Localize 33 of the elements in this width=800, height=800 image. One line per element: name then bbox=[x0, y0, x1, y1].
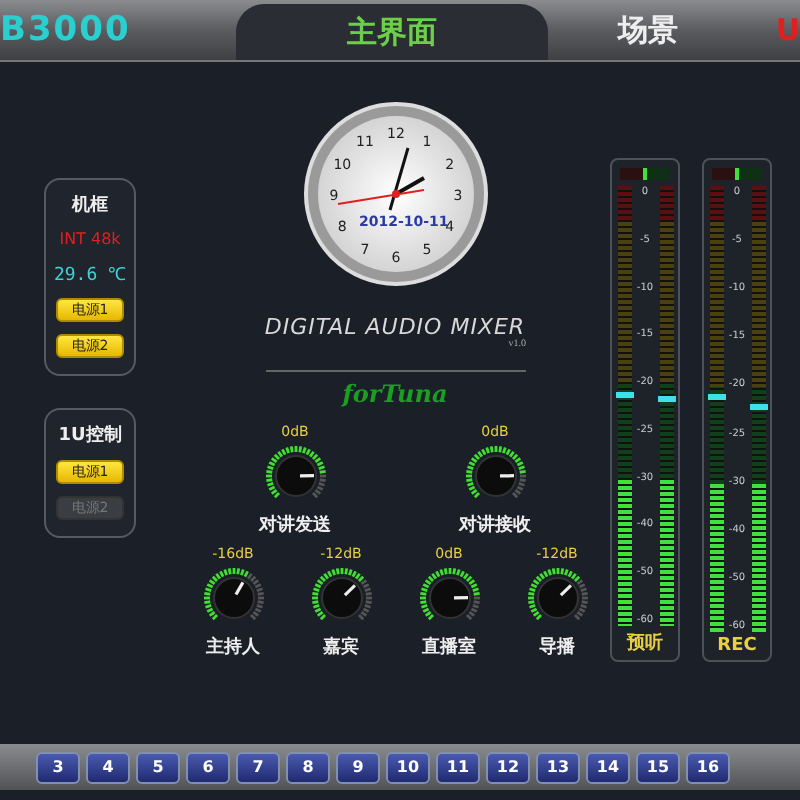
scene-button[interactable]: 7 bbox=[236, 751, 280, 783]
scene-button[interactable]: 10 bbox=[386, 751, 430, 783]
scene-button[interactable]: 12 bbox=[486, 751, 530, 783]
knob-label: 对讲发送 bbox=[259, 512, 331, 538]
scene-button[interactable]: 8 bbox=[286, 751, 330, 783]
scene-button[interactable]: 6 bbox=[186, 751, 230, 783]
knob-label: 导播 bbox=[539, 635, 575, 660]
balance-indicator-icon bbox=[620, 168, 670, 180]
scene-button[interactable]: 13 bbox=[536, 751, 580, 783]
knob-label: 直播室 bbox=[422, 634, 476, 660]
knob-label: 主持人 bbox=[206, 634, 260, 660]
meter-label: 预听 bbox=[627, 630, 663, 656]
meter-label: REC bbox=[717, 636, 757, 656]
knob-label: 对讲接收 bbox=[459, 512, 531, 538]
clock-source: INT 48k bbox=[59, 230, 121, 248]
scene-button[interactable]: 11 bbox=[436, 751, 480, 783]
scene-button[interactable]: 14 bbox=[586, 751, 630, 783]
nav-tab[interactable]: 主界面 bbox=[236, 4, 548, 60]
scene-button[interactable]: 16 bbox=[686, 751, 730, 783]
brand-logo: forTuna bbox=[342, 380, 448, 408]
nav-tab[interactable]: 场景 bbox=[548, 0, 748, 60]
balance-indicator-icon bbox=[712, 168, 762, 180]
product-logo: B3000 bbox=[0, 8, 133, 54]
scene-button[interactable]: 3 bbox=[36, 751, 80, 783]
scene-button[interactable]: 15 bbox=[636, 751, 680, 783]
knob-label: 嘉宾 bbox=[323, 634, 359, 660]
card-title: 1U控制 bbox=[58, 423, 122, 448]
card-title: 机框 bbox=[72, 193, 108, 218]
scene-button[interactable]: 9 bbox=[336, 751, 380, 783]
temperature-reading: 29.6 ℃ bbox=[53, 264, 127, 286]
product-title: DIGITAL AUDIO MIXER bbox=[264, 314, 526, 340]
scene-button[interactable]: 5 bbox=[136, 751, 180, 783]
scene-button[interactable]: 4 bbox=[86, 751, 130, 783]
